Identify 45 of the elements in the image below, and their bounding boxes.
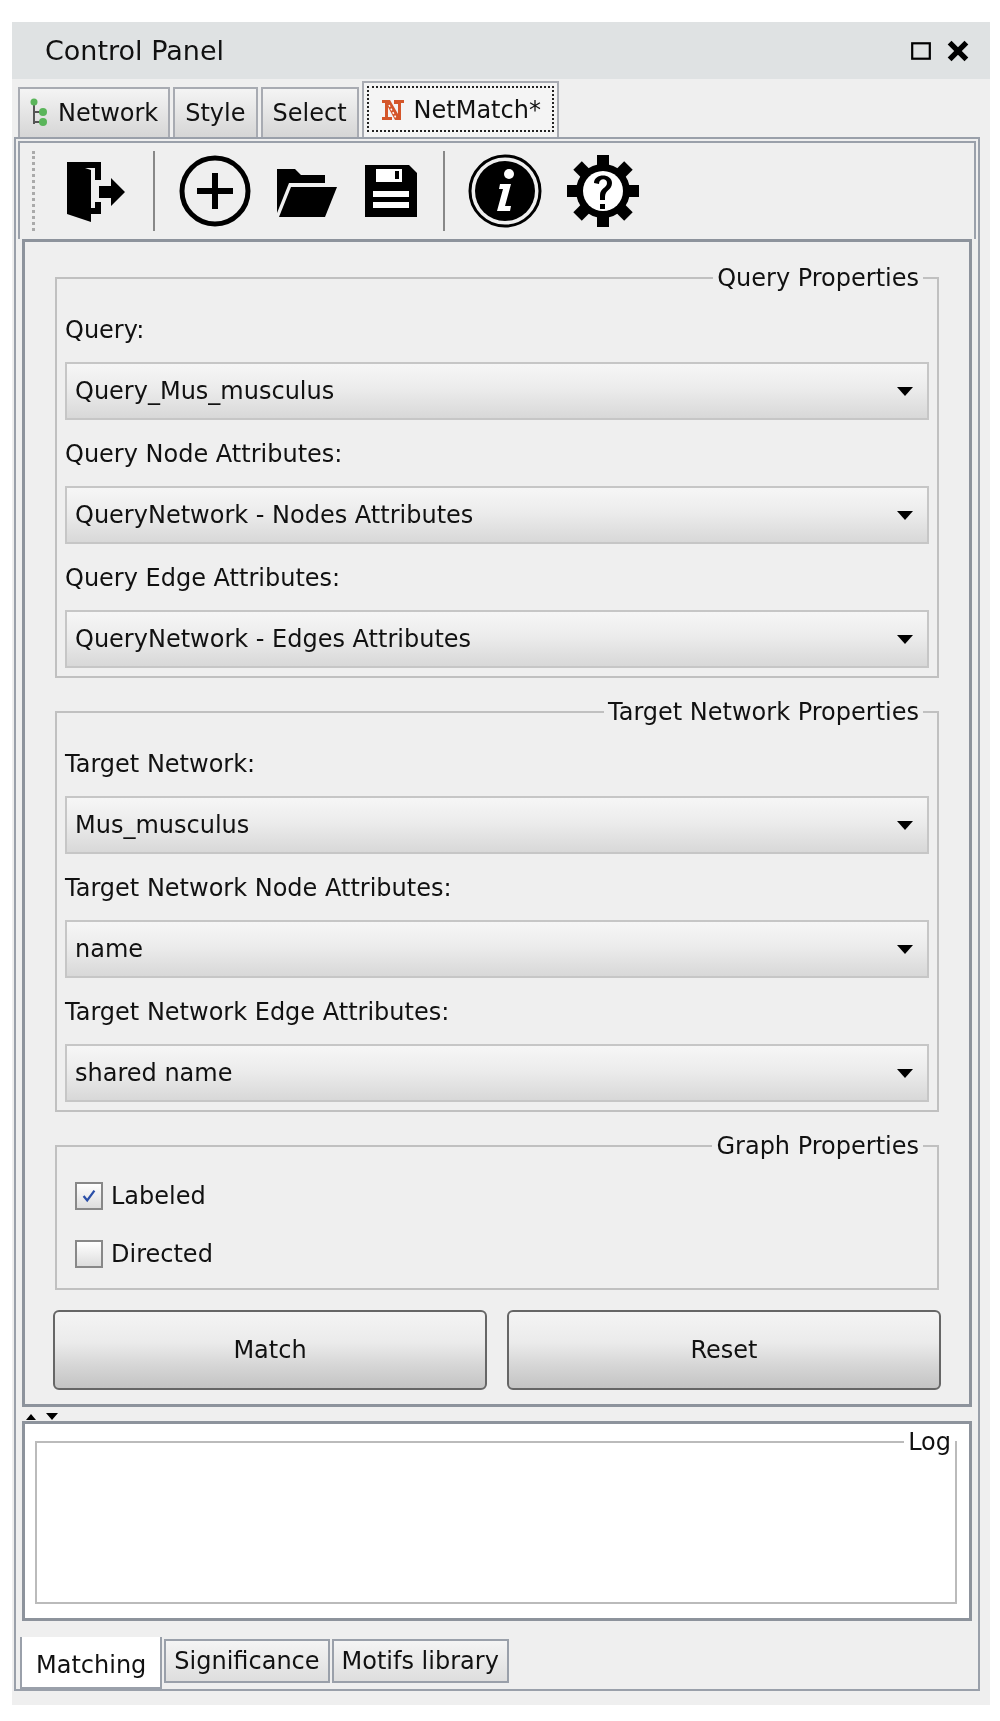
field-label: Query Edge Attributes:	[65, 564, 342, 592]
tab[interactable]: Style	[173, 87, 258, 137]
dropdown[interactable]: Mus_musculus	[65, 796, 929, 854]
dropdown[interactable]: shared name	[65, 1044, 929, 1102]
add-icon[interactable]	[177, 153, 253, 229]
field-label: Target Network Edge Attributes:	[65, 998, 451, 1026]
field-label: Query Node Attributes:	[65, 440, 344, 468]
caret-icon	[897, 634, 913, 644]
splitter-arrows-icon[interactable]	[24, 1411, 60, 1421]
caret-icon	[897, 1068, 913, 1078]
group-title: Graph Properties	[715, 1132, 920, 1160]
field-label: Target Network Node Attributes:	[65, 874, 453, 902]
help-icon[interactable]	[565, 153, 641, 229]
tab[interactable]: NetMatch*	[361, 81, 559, 137]
field-label: Target Network:	[65, 750, 257, 778]
window-title: Control Panel	[45, 35, 225, 66]
tab[interactable]: Network	[18, 87, 171, 137]
dropdown[interactable]: QueryNetwork - Nodes Attributes	[65, 486, 929, 544]
checkbox-label: Labeled	[111, 1182, 206, 1210]
checkbox-label: Directed	[111, 1240, 213, 1268]
check-icon	[80, 1187, 98, 1205]
caret-icon	[897, 510, 913, 520]
field-label: Query:	[65, 316, 146, 344]
tab[interactable]: Significance	[164, 1639, 330, 1683]
group-title: Log	[907, 1428, 952, 1456]
button[interactable]: Reset	[507, 1310, 941, 1390]
caret-icon	[897, 386, 913, 396]
maximize-icon[interactable]	[910, 39, 932, 62]
logo-icon	[379, 97, 406, 123]
info-icon[interactable]	[467, 153, 543, 229]
close-icon[interactable]	[946, 38, 970, 63]
button[interactable]: Match	[53, 1310, 487, 1390]
tab[interactable]: Motifs library	[331, 1639, 509, 1683]
tab[interactable]: Select	[260, 87, 359, 137]
caret-icon	[897, 820, 913, 830]
dropdown[interactable]: name	[65, 920, 929, 978]
dropdown[interactable]: Query_Mus_musculus	[65, 362, 929, 420]
tree-icon	[30, 98, 50, 128]
caret-icon	[897, 944, 913, 954]
tab[interactable]: Matching	[20, 1637, 163, 1689]
checkbox[interactable]	[75, 1182, 103, 1210]
dropdown[interactable]: QueryNetwork - Edges Attributes	[65, 610, 929, 668]
checkbox[interactable]	[75, 1240, 103, 1268]
group-title: Query Properties	[716, 264, 920, 292]
group-title: Target Network Properties	[607, 698, 920, 726]
